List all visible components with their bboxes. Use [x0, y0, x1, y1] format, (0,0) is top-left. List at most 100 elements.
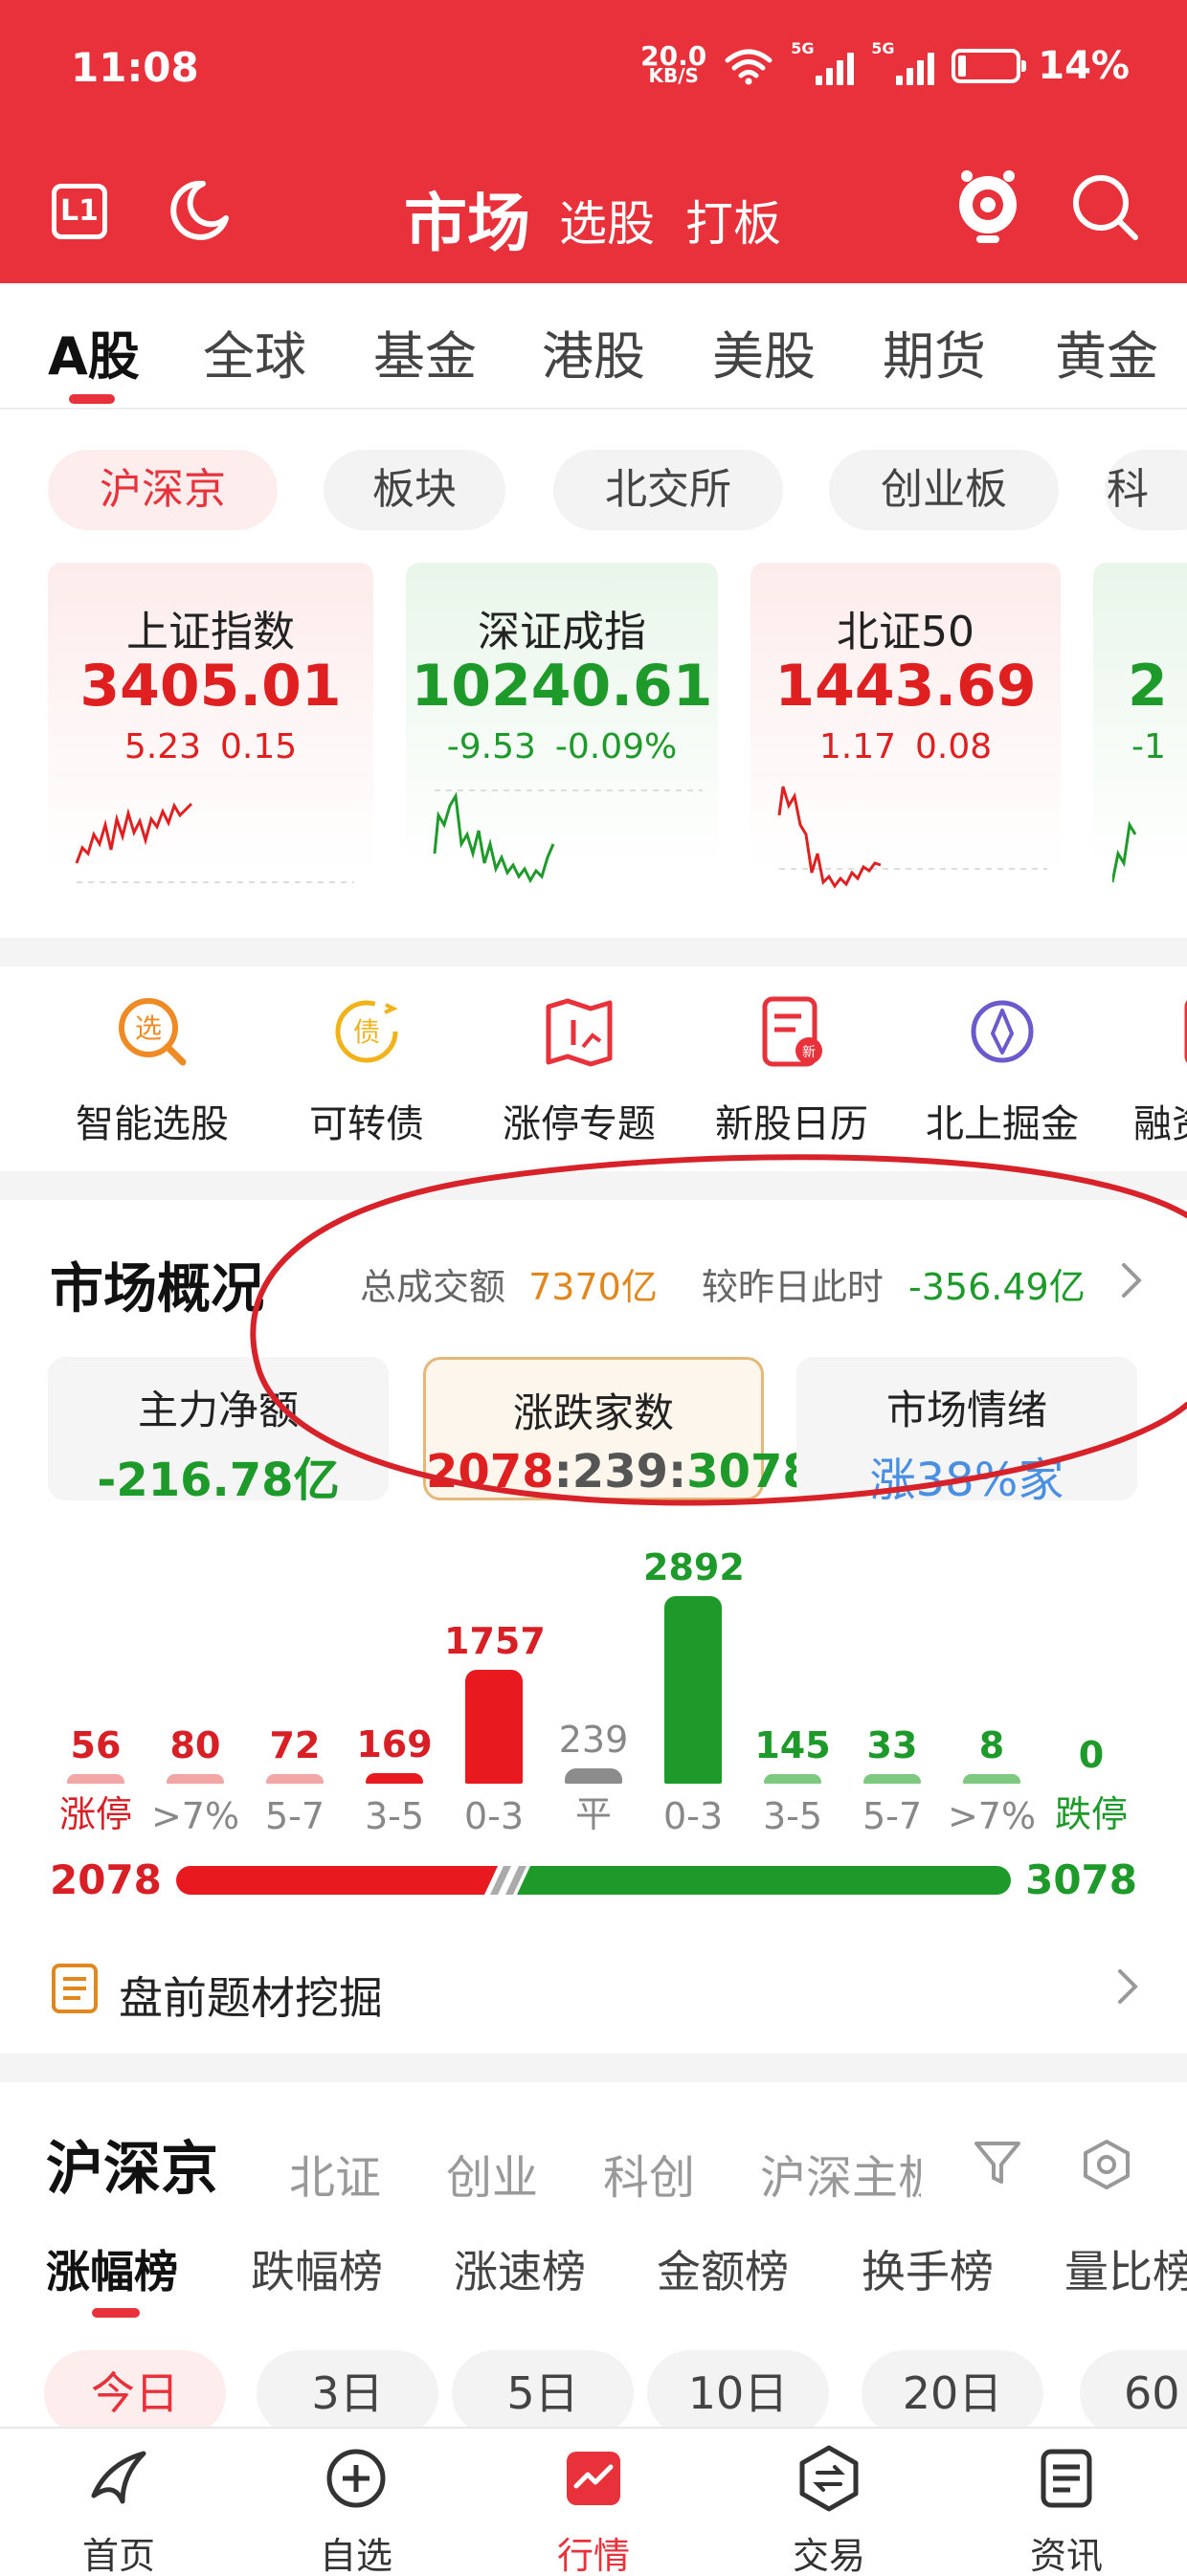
tool-limit-up-topic[interactable]: 涨停专题	[469, 991, 689, 1148]
period-today[interactable]: 今日	[44, 2350, 226, 2436]
period-10d[interactable]: 10日	[647, 2350, 829, 2436]
tool-label: 新股日历	[715, 1102, 868, 1146]
moon-icon[interactable]	[165, 176, 234, 245]
l1-quote-icon[interactable]: L1	[52, 184, 107, 239]
convertible-bond-icon: 债	[335, 1000, 398, 1063]
svg-text:选: 选	[135, 1012, 162, 1044]
tool-smart-pick[interactable]: 选 智能选股	[42, 991, 262, 1148]
ratio-down-segment	[517, 1866, 1011, 1895]
tab-us-stock[interactable]: 美股	[712, 314, 816, 389]
rank-tab-gainers[interactable]: 涨幅榜	[46, 2237, 178, 2300]
chevron-right-icon[interactable]	[1118, 1261, 1145, 1299]
status-icons: 20.0 KB/S 5G 5G 14%	[640, 39, 1130, 88]
rank-tab-volume-ratio[interactable]: 量比榜	[1064, 2237, 1187, 2300]
tab-global[interactable]: 全球	[203, 314, 306, 389]
market-sentiment-value: 涨38%家	[869, 1454, 1064, 1507]
turnover-compare-value: -356.49亿	[908, 1266, 1086, 1308]
distribution-label: 0-3	[463, 1795, 525, 1837]
ranking-tab-bse[interactable]: 北证	[289, 2140, 381, 2207]
chip-star[interactable]: 科	[1105, 450, 1187, 530]
settings-hexagon-icon[interactable]	[1080, 2138, 1133, 2191]
mascot-icon[interactable]	[953, 167, 1022, 249]
ranking-tab-main-board[interactable]: 沪深主板	[760, 2140, 921, 2207]
distribution-bar	[963, 1774, 1020, 1784]
index-change: 5.23 0.15	[123, 727, 298, 766]
tool-margin[interactable]: 融资	[1107, 991, 1187, 1148]
northbound-compass-icon	[971, 1000, 1034, 1063]
nav-market[interactable]: 行情	[498, 2444, 689, 2576]
tab-gold[interactable]: 黄金	[1055, 314, 1158, 389]
period-5d[interactable]: 5日	[452, 2350, 634, 2436]
rank-tab-speed[interactable]: 涨速榜	[454, 2237, 586, 2300]
main-net-flow-value: -216.78亿	[97, 1454, 340, 1507]
market-sentiment-box[interactable]: 市场情绪 涨38%家	[796, 1357, 1137, 1507]
tab-a-share[interactable]: A股	[48, 314, 140, 389]
distribution-label: 5-7	[862, 1795, 923, 1837]
index-sparkline	[1112, 820, 1137, 883]
wifi-icon	[725, 49, 773, 85]
tab-futures[interactable]: 期货	[883, 314, 986, 389]
tab-hk-stock[interactable]: 港股	[542, 314, 645, 389]
rank-tab-losers[interactable]: 跌幅榜	[251, 2237, 383, 2300]
index-card-partial[interactable]: 2 -1	[1093, 563, 1187, 898]
tool-label: 融资	[1133, 1102, 1187, 1146]
period-3d[interactable]: 3日	[257, 2350, 438, 2436]
nav-watchlist[interactable]: 自选	[260, 2444, 452, 2576]
ranking-tab-star[interactable]: 科创	[603, 2140, 695, 2207]
index-card-sse[interactable]: 上证指数 3405.01 5.23 0.15	[48, 563, 373, 898]
nav-home[interactable]: 首页	[23, 2444, 214, 2576]
distribution-bar	[863, 1774, 921, 1784]
chip-chinext[interactable]: 创业板	[829, 450, 1059, 530]
tab-stock-picker[interactable]: 选股	[559, 186, 655, 255]
tab-limit-board[interactable]: 打板	[685, 186, 781, 255]
main-net-flow-box[interactable]: 主力净额 -216.78亿	[48, 1357, 389, 1507]
distribution-label: 5-7	[264, 1795, 325, 1837]
period-60d[interactable]: 60日	[1080, 2350, 1187, 2505]
tool-convertible-bond[interactable]: 债 可转债	[257, 991, 477, 1148]
page-title[interactable]: 市场	[404, 172, 530, 264]
tool-northbound[interactable]: 北上掘金	[892, 991, 1112, 1148]
distribution-column: 56 涨停	[46, 1521, 146, 1837]
chip-hu-shen-jing[interactable]: 沪深京	[48, 450, 278, 530]
network-speed-value: 20.0	[640, 40, 707, 72]
section-divider	[0, 1171, 1187, 1200]
rank-tab-amount[interactable]: 金额榜	[657, 2237, 789, 2300]
premarket-topics-row[interactable]: 盘前题材挖掘	[50, 1952, 1141, 2029]
index-card-szse[interactable]: 深证成指 10240.61 -9.53 -0.09%	[406, 563, 718, 898]
distribution-bar	[167, 1774, 224, 1784]
advance-decline-box[interactable]: 涨跌家数 2078:239:3078	[423, 1357, 815, 1500]
turnover-label: 总成交额	[360, 1266, 506, 1308]
premarket-topics-label: 盘前题材挖掘	[119, 1972, 383, 2024]
tool-label: 智能选股	[76, 1102, 229, 1146]
tool-label: 可转债	[309, 1102, 424, 1146]
distribution-bar	[465, 1670, 523, 1784]
list-doc-icon	[52, 1964, 98, 2013]
tool-ipo-calendar[interactable]: 新 新股日历	[682, 991, 902, 1148]
distribution-label: >7%	[150, 1795, 240, 1837]
overview-title: 市场概况	[50, 1258, 264, 1321]
watchlist-add-icon	[326, 2449, 386, 2508]
ratio-up-segment	[176, 1866, 498, 1895]
rank-tab-turnover[interactable]: 换手榜	[862, 2237, 994, 2300]
ratio-down-count: 3078	[1025, 1856, 1137, 1903]
chip-bse[interactable]: 北交所	[553, 450, 783, 530]
ranking-tab-chinext[interactable]: 创业	[446, 2140, 538, 2207]
nav-label: 行情	[556, 2535, 630, 2576]
nav-trade[interactable]: 交易	[733, 2444, 925, 2576]
distribution-column: 33 5-7	[842, 1521, 942, 1837]
distribution-label: 跌停	[1054, 1793, 1128, 1835]
index-sparkline	[777, 786, 1047, 889]
ranking-title[interactable]: 沪深京	[46, 2122, 218, 2206]
signal-icon-sim2: 5G	[871, 39, 935, 85]
search-icon[interactable]	[1068, 170, 1141, 243]
turnover-summary[interactable]: 总成交额 7370亿 较昨日此时 -356.49亿	[360, 1257, 1086, 1310]
section-divider	[0, 938, 1187, 966]
index-card-bse50[interactable]: 北证50 1443.69 1.17 0.08	[750, 563, 1061, 898]
period-20d[interactable]: 20日	[862, 2350, 1043, 2436]
signal-tag-sim2: 5G	[871, 39, 895, 57]
nav-news[interactable]: 资讯	[971, 2444, 1162, 2576]
chip-sector[interactable]: 板块	[324, 450, 505, 530]
filter-icon[interactable]	[971, 2136, 1024, 2189]
tab-fund[interactable]: 基金	[373, 314, 477, 389]
top-nav: L1 市场 选股 打板	[0, 163, 1187, 260]
